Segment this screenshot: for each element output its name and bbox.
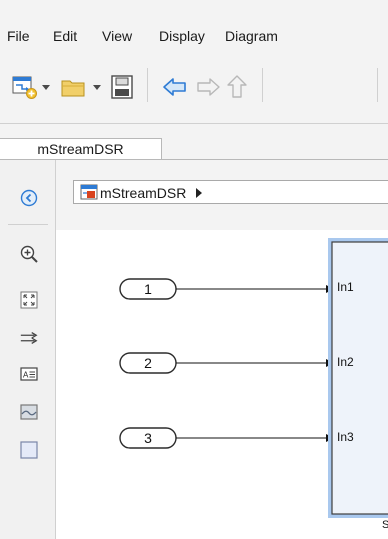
dropdown-arrow-icon[interactable]	[91, 84, 103, 92]
menu-view[interactable]: View	[102, 28, 132, 44]
signal-line-icon[interactable]	[19, 328, 39, 348]
tab-mstreamdsr[interactable]: mStreamDSR	[0, 138, 162, 159]
subsystem-caption: S	[382, 519, 388, 531]
save-icon[interactable]	[110, 74, 134, 100]
menu-file[interactable]: File	[7, 28, 30, 44]
menu-display[interactable]: Display	[159, 28, 205, 44]
inport-1-label: 1	[144, 281, 152, 297]
subsystem-in2-label: In2	[337, 355, 354, 369]
inport-2-label: 2	[144, 355, 152, 371]
forward-arrow-icon[interactable]	[195, 77, 221, 97]
breadcrumb-arrow-icon[interactable]	[194, 187, 204, 199]
zoom-icon[interactable]	[19, 244, 39, 264]
toolbar-separator	[377, 68, 378, 102]
model-icon	[80, 184, 98, 200]
up-arrow-icon[interactable]	[226, 74, 248, 100]
toolbar-separator	[147, 68, 148, 102]
subsystem-in3-label: In3	[337, 430, 354, 444]
area-icon[interactable]	[19, 440, 39, 460]
menu-bar: File Edit View Display Diagram	[0, 0, 388, 50]
fit-to-view-icon[interactable]	[19, 290, 39, 310]
inport-3-label: 3	[144, 430, 152, 446]
hide-browser-icon[interactable]	[19, 188, 39, 208]
toolbar	[0, 50, 388, 124]
block-diagram[interactable]	[56, 230, 388, 539]
palette-divider	[8, 224, 48, 225]
tool-palette	[0, 160, 56, 539]
back-arrow-icon[interactable]	[162, 77, 188, 97]
open-folder-icon[interactable]	[60, 76, 88, 100]
dropdown-arrow-icon[interactable]	[40, 84, 52, 92]
svg-text:A: A	[23, 371, 29, 380]
annotation-icon[interactable]: A	[19, 364, 39, 384]
subsystem-in1-label: In1	[337, 280, 354, 294]
menu-edit[interactable]: Edit	[53, 28, 77, 44]
image-icon[interactable]	[19, 402, 39, 422]
breadcrumb-model-name[interactable]: mStreamDSR	[100, 185, 186, 201]
toolbar-separator	[262, 68, 263, 102]
new-model-icon[interactable]	[12, 74, 38, 100]
menu-diagram[interactable]: Diagram	[225, 28, 278, 44]
